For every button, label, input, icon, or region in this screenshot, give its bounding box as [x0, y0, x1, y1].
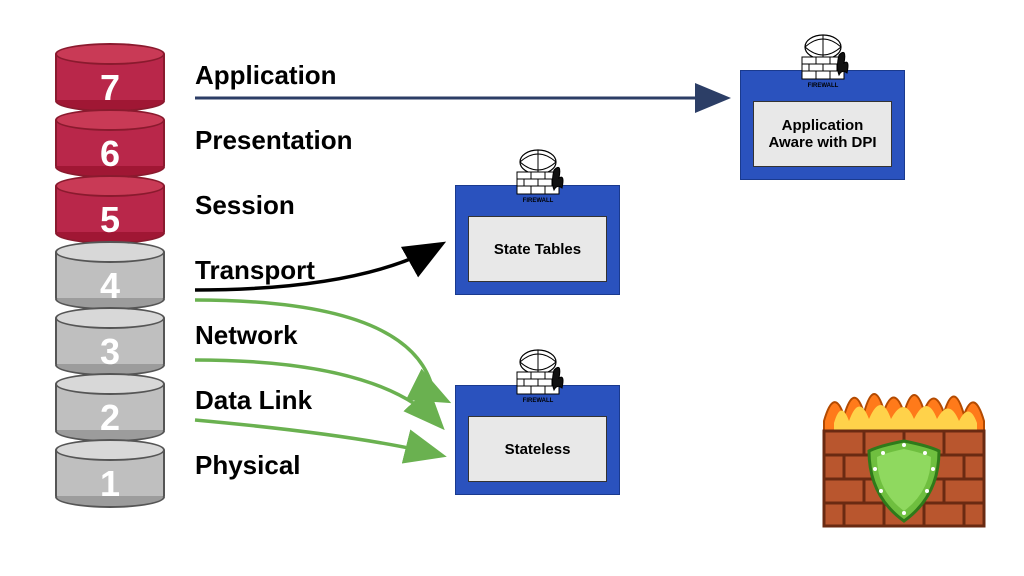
- osi-stack: 7 6 5 4 3 2 1: [55, 45, 165, 507]
- label-presentation: Presentation: [195, 125, 353, 156]
- osi-layer-3: 3: [55, 317, 165, 375]
- osi-layer-5: 5: [55, 185, 165, 243]
- osi-layer-6: 6: [55, 119, 165, 177]
- osi-layer-7: 7: [55, 53, 165, 111]
- firewall-icon: FIREWALL: [792, 33, 854, 89]
- layer-number: 1: [55, 463, 165, 505]
- label-transport: Transport: [195, 255, 315, 286]
- firewall-icon: FIREWALL: [507, 148, 569, 204]
- firewall-box-state-tables: FIREWALL State Tables: [455, 185, 620, 295]
- label-session: Session: [195, 190, 295, 221]
- firewall-box-stateless: FIREWALL Stateless: [455, 385, 620, 495]
- brick-firewall-icon: [819, 381, 989, 531]
- firewall-box-label: Application Aware with DPI: [753, 101, 892, 167]
- layer-number: 3: [55, 331, 165, 373]
- firewall-box-label: State Tables: [468, 216, 607, 282]
- layer-number: 6: [55, 133, 165, 175]
- label-physical: Physical: [195, 450, 301, 481]
- firewall-box-app-aware: FIREWALL Application Aware with DPI: [740, 70, 905, 180]
- layer-number: 7: [55, 67, 165, 109]
- osi-layer-4: 4: [55, 251, 165, 309]
- svg-text:FIREWALL: FIREWALL: [522, 398, 553, 404]
- label-datalink: Data Link: [195, 385, 312, 416]
- layer-number: 4: [55, 265, 165, 307]
- layer-number: 5: [55, 199, 165, 241]
- firewall-icon: FIREWALL: [507, 348, 569, 404]
- osi-layer-2: 2: [55, 383, 165, 441]
- osi-layer-1: 1: [55, 449, 165, 507]
- svg-text:FIREWALL: FIREWALL: [522, 198, 553, 204]
- layer-number: 2: [55, 397, 165, 439]
- label-network: Network: [195, 320, 298, 351]
- label-application: Application: [195, 60, 337, 91]
- svg-text:FIREWALL: FIREWALL: [807, 83, 838, 89]
- firewall-box-label: Stateless: [468, 416, 607, 482]
